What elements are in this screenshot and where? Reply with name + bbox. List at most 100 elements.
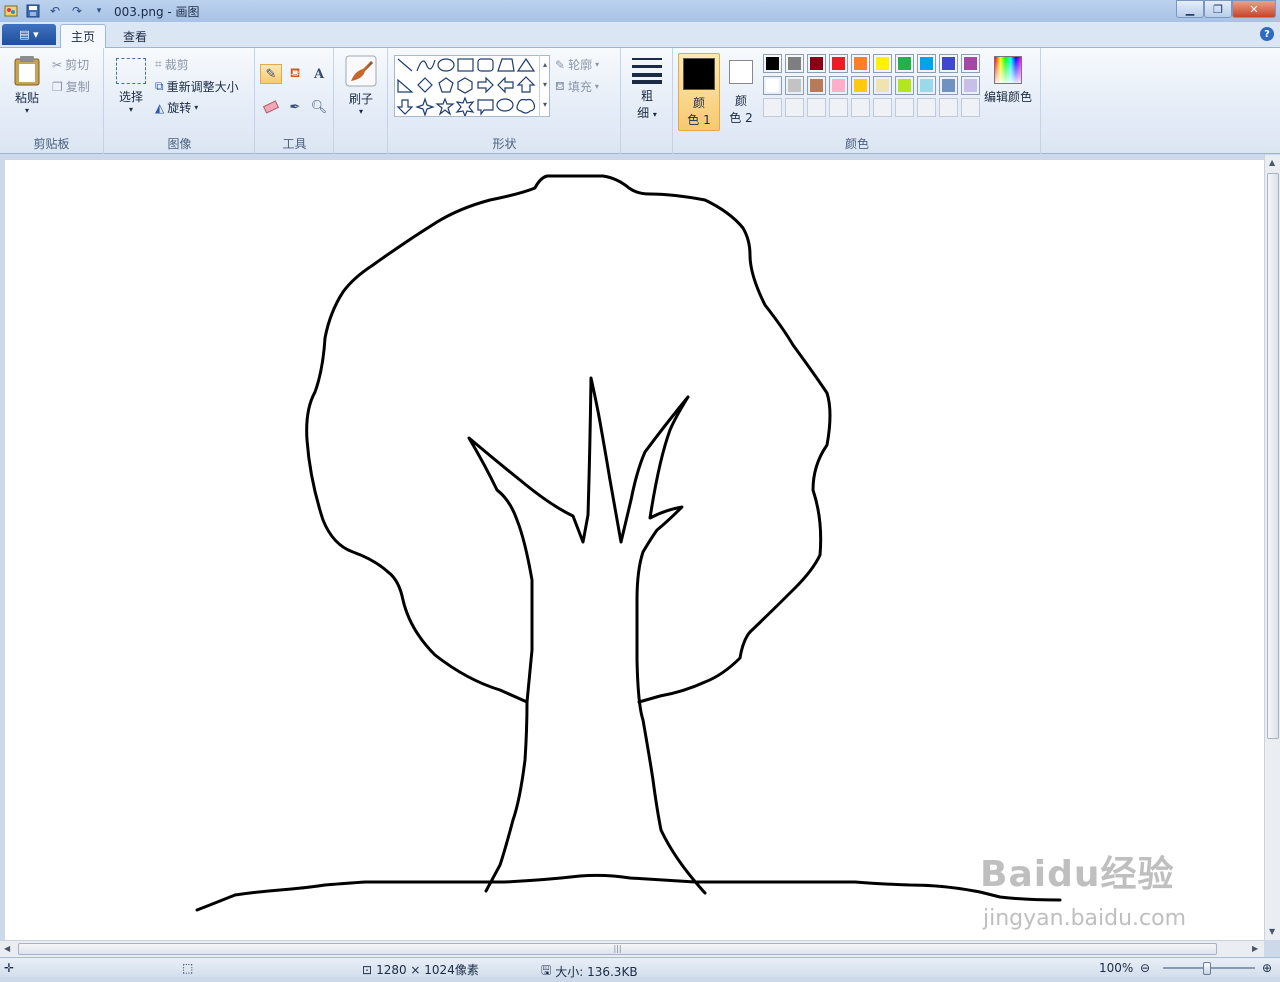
minimize-button[interactable]: ▁ <box>1176 0 1204 18</box>
custom-color-slot[interactable] <box>829 98 848 117</box>
palette-swatch[interactable] <box>961 54 980 73</box>
select-button[interactable]: 选择 ▾ <box>113 58 149 114</box>
palette-swatch[interactable] <box>851 76 870 95</box>
edit-colors-button[interactable]: 编辑颜色 <box>983 56 1033 105</box>
palette-swatch[interactable] <box>873 76 892 95</box>
palette-swatch[interactable] <box>939 76 958 95</box>
palette-swatch[interactable] <box>851 54 870 73</box>
color1-button[interactable]: 颜 色 1 <box>678 53 720 131</box>
close-button[interactable]: ✕ <box>1232 0 1276 18</box>
redo-icon[interactable]: ↷ <box>68 2 86 20</box>
horizontal-scrollbar[interactable]: ◀ ||| ▶ <box>0 940 1264 957</box>
magnifier-icon[interactable]: 🔍︎ <box>308 97 330 117</box>
custom-color-slot[interactable] <box>763 98 782 117</box>
color2-label-top: 颜 <box>734 94 747 108</box>
zoom-in-button[interactable]: ⊕ <box>1262 961 1272 975</box>
vertical-scrollbar[interactable]: ▲ ▼ <box>1264 155 1280 940</box>
palette-swatch[interactable] <box>763 76 782 95</box>
palette-swatch[interactable] <box>895 76 914 95</box>
resize-button[interactable]: ⧉ 重新调整大小 <box>155 78 239 95</box>
customize-toolbar-icon[interactable]: ▾ <box>90 2 108 20</box>
palette-swatch[interactable] <box>939 54 958 73</box>
swatch-color <box>832 57 845 70</box>
zoom-slider-thumb[interactable] <box>1203 962 1211 975</box>
custom-color-slot[interactable] <box>917 98 936 117</box>
fill-bucket-icon[interactable]: ⛾ <box>284 64 306 84</box>
palette-swatch[interactable] <box>829 54 848 73</box>
color-palette <box>763 54 985 120</box>
size-label-top: 粗 <box>640 89 653 103</box>
brushes-button[interactable]: 刷子 ▾ <box>344 55 378 116</box>
scroll-right-icon[interactable]: ▶ <box>1252 944 1258 953</box>
size-button[interactable]: 粗 细 ▾ <box>628 56 666 121</box>
scroll-left-icon[interactable]: ◀ <box>4 944 10 953</box>
custom-color-slot[interactable] <box>873 98 892 117</box>
swatch-color <box>854 57 867 70</box>
vertical-scroll-thumb[interactable] <box>1267 173 1279 739</box>
custom-color-slot[interactable] <box>961 98 980 117</box>
shapes-scroll[interactable]: ▴ ▾ ▾ <box>539 55 550 117</box>
paste-dropdown-icon: ▾ <box>24 106 29 115</box>
custom-color-slot[interactable] <box>785 98 804 117</box>
color-picker-icon[interactable]: ✒ <box>284 97 306 117</box>
rotate-button[interactable]: ◭ 旋转 ▾ <box>155 99 198 116</box>
paste-button[interactable]: 粘贴 ▾ <box>8 54 46 120</box>
rotate-label: 旋转 <box>167 101 192 115</box>
copy-button[interactable]: ❐ 复制 <box>52 78 90 95</box>
fill-button[interactable]: ⛾ 填充 ▾ <box>555 78 599 95</box>
save-icon[interactable] <box>24 2 42 20</box>
swatch-color <box>766 79 779 92</box>
undo-icon[interactable]: ↶ <box>46 2 64 20</box>
color2-swatch <box>729 60 753 84</box>
pencil-icon[interactable]: ✎ <box>260 64 282 84</box>
paint-menu-button[interactable]: ▤ ▾ <box>2 24 56 45</box>
palette-swatch[interactable] <box>763 54 782 73</box>
custom-color-slot[interactable] <box>939 98 958 117</box>
window-controls: ▁ ❐ ✕ <box>1176 0 1276 18</box>
selection-icon <box>116 58 146 84</box>
outline-button[interactable]: ✎ 轮廓 ▾ <box>555 56 599 73</box>
tab-home[interactable]: 主页 <box>60 24 107 48</box>
select-label: 选择 <box>118 90 143 104</box>
color2-label-bottom: 色 2 <box>729 111 753 125</box>
paint-app-icon[interactable] <box>2 2 20 20</box>
scroll-down-icon[interactable]: ▼ <box>1269 927 1275 936</box>
cut-button[interactable]: ✂ 剪切 <box>52 56 89 73</box>
outline-dropdown-icon: ▾ <box>595 60 600 69</box>
palette-swatch[interactable] <box>917 54 936 73</box>
help-icon[interactable]: ? <box>1260 27 1274 41</box>
palette-swatch[interactable] <box>785 76 804 95</box>
tab-view[interactable]: 查看 <box>113 24 157 48</box>
palette-swatch[interactable] <box>807 54 826 73</box>
size-label-bottom: 细 ▾ <box>637 106 657 120</box>
palette-swatch[interactable] <box>807 76 826 95</box>
scroll-up-icon[interactable]: ▲ <box>1269 158 1275 167</box>
custom-color-slot[interactable] <box>851 98 870 117</box>
palette-swatch[interactable] <box>829 76 848 95</box>
color-spectrum-icon <box>994 56 1022 84</box>
palette-swatch[interactable] <box>895 54 914 73</box>
eraser-icon[interactable] <box>260 97 282 117</box>
custom-color-slot[interactable] <box>895 98 914 117</box>
color2-button[interactable]: 颜 色 2 <box>723 56 759 128</box>
zoom-out-button[interactable]: ⊖ <box>1140 961 1150 975</box>
crop-button[interactable]: ⌗ 裁剪 <box>155 56 189 73</box>
swatch-color <box>810 79 823 92</box>
palette-swatch[interactable] <box>873 54 892 73</box>
palette-swatch[interactable] <box>785 54 804 73</box>
shapes-group-label: 形状 <box>492 137 517 151</box>
palette-swatch[interactable] <box>961 76 980 95</box>
palette-swatch[interactable] <box>917 76 936 95</box>
selection-size-icon: ⬚ <box>182 961 194 975</box>
colors-group-label: 颜色 <box>844 137 869 151</box>
canvas-area: Baidu经验 jingyan.baidu.com <box>0 155 1264 940</box>
title-bar: ↶ ↷ ▾ 003.png - 画图 ▁ ❐ ✕ <box>0 0 1280 22</box>
custom-color-slot[interactable] <box>807 98 826 117</box>
swatch-color <box>920 57 933 70</box>
swatch-color <box>942 79 955 92</box>
shapes-gallery-icons[interactable] <box>395 56 549 118</box>
drawing-canvas[interactable]: Baidu经验 jingyan.baidu.com <box>5 160 1264 940</box>
text-icon[interactable]: A <box>308 64 330 84</box>
maximize-button[interactable]: ❐ <box>1204 0 1232 18</box>
horizontal-scroll-thumb[interactable]: ||| <box>18 943 1217 955</box>
